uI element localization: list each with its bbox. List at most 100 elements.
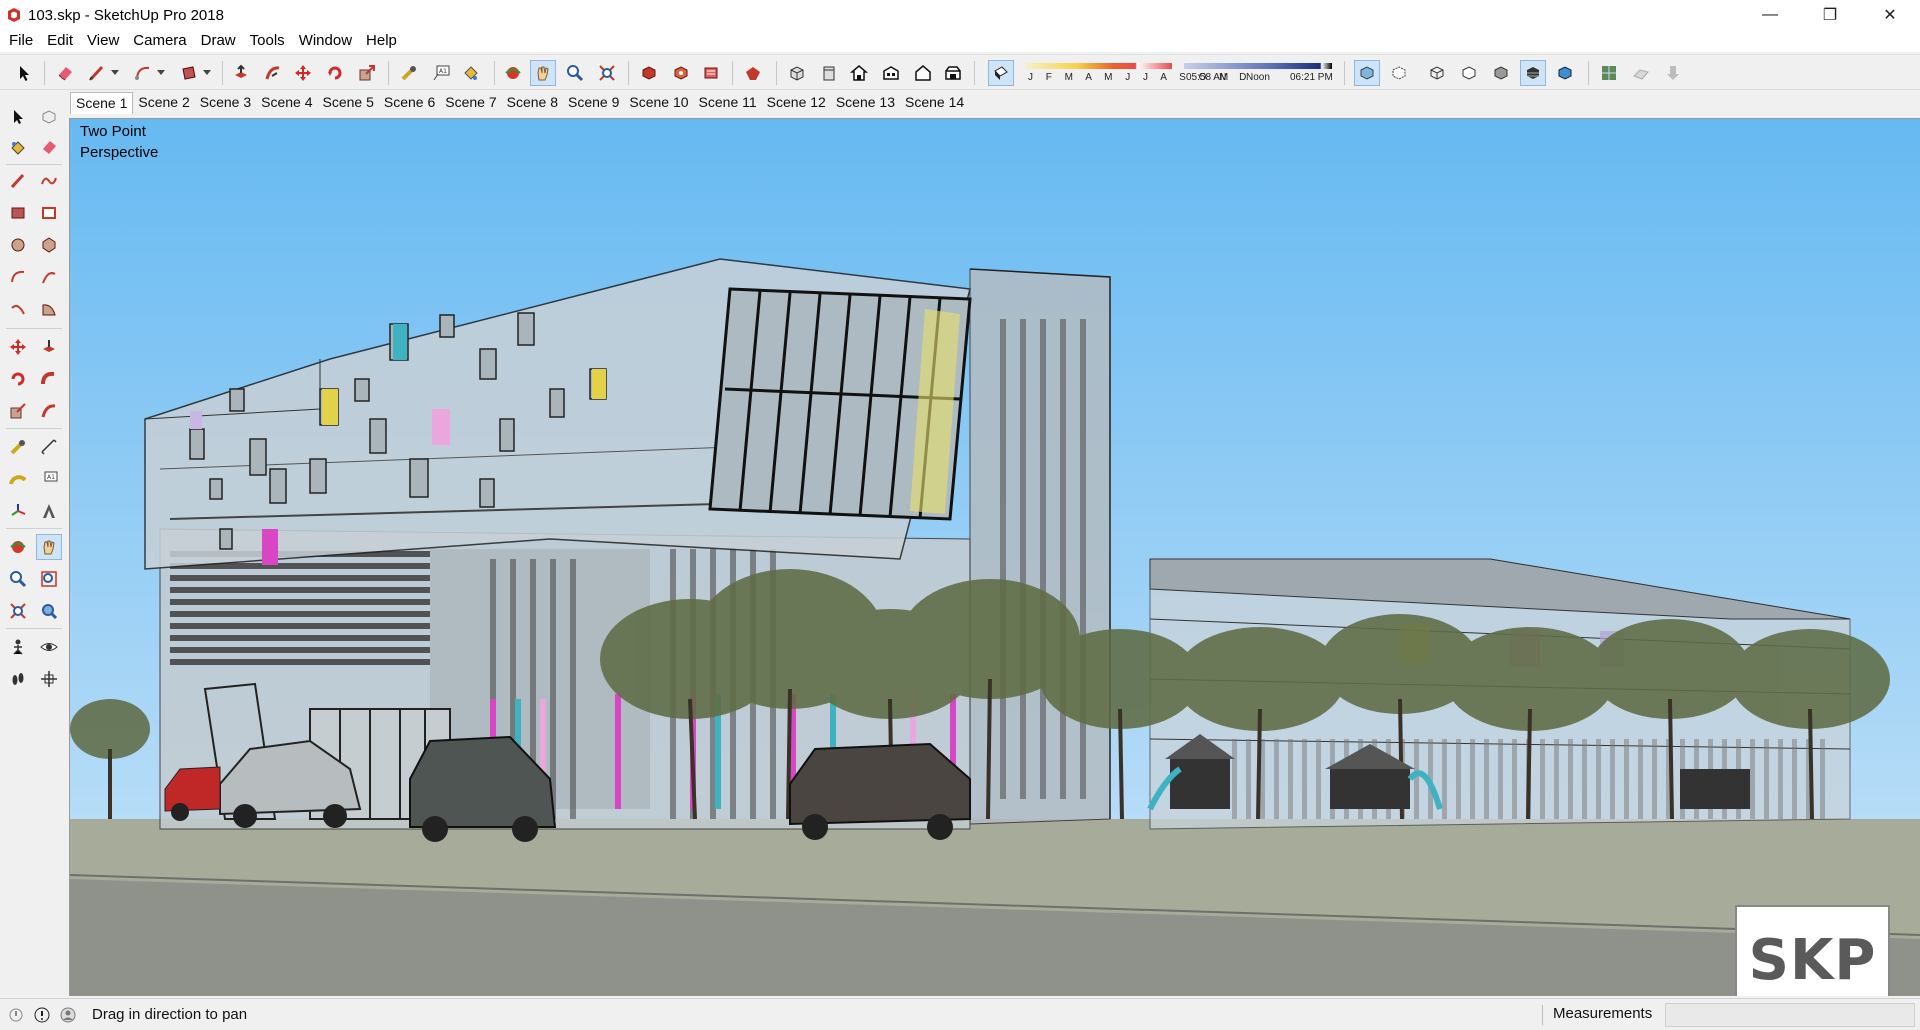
three-point-arc-icon[interactable] (5, 296, 31, 322)
scene-tab-2[interactable]: Scene 2 (133, 92, 194, 114)
offset-tool-icon[interactable] (260, 60, 286, 86)
two-point-arc-icon[interactable] (36, 264, 62, 290)
axes-icon[interactable] (5, 498, 31, 524)
look-around-icon[interactable] (36, 634, 62, 660)
eraser-icon[interactable] (52, 60, 78, 86)
scene-tab-5[interactable]: Scene 5 (318, 92, 379, 114)
left-view-icon[interactable] (940, 60, 966, 86)
rectangle-tool-icon[interactable] (176, 60, 202, 86)
eraser-tool-icon[interactable] (36, 134, 62, 160)
scale-icon[interactable] (5, 398, 31, 424)
user-account-icon[interactable] (58, 1005, 78, 1025)
xray-style-icon[interactable] (1354, 60, 1380, 86)
3d-text-icon[interactable] (36, 498, 62, 524)
photo-textures-icon[interactable] (1660, 60, 1686, 86)
scene-tab-4[interactable]: Scene 4 (256, 92, 317, 114)
pan-icon[interactable] (36, 534, 62, 560)
text-tool-icon[interactable]: A1 (428, 60, 454, 86)
menu-edit[interactable]: Edit (40, 30, 80, 52)
circle-icon[interactable] (5, 232, 31, 258)
scene-tab-13[interactable]: Scene 13 (831, 92, 900, 114)
arc-dropdown-icon[interactable] (154, 60, 168, 86)
line-icon[interactable] (5, 168, 31, 194)
shaded-style-icon[interactable] (1488, 60, 1514, 86)
monochrome-style-icon[interactable] (1552, 60, 1578, 86)
orbit-icon[interactable] (5, 534, 31, 560)
menu-help[interactable]: Help (359, 30, 404, 52)
credits-icon[interactable] (32, 1005, 52, 1025)
scene-tab-9[interactable]: Scene 9 (563, 92, 624, 114)
scene-tab-7[interactable]: Scene 7 (440, 92, 501, 114)
arc-tool-icon[interactable] (130, 60, 156, 86)
rectangle-icon[interactable] (5, 200, 31, 226)
pie-icon[interactable] (36, 296, 62, 322)
rotate-tool-icon[interactable] (322, 60, 348, 86)
scene-tab-12[interactable]: Scene 12 (762, 92, 831, 114)
push-pull-tool-icon[interactable] (36, 334, 62, 360)
scene-tab-11[interactable]: Scene 11 (694, 92, 762, 114)
shape-dropdown-icon[interactable] (200, 60, 214, 86)
push-pull-icon[interactable] (228, 60, 254, 86)
pan-tool-icon[interactable] (530, 60, 556, 86)
move-icon[interactable] (5, 334, 31, 360)
rotate-icon[interactable] (5, 366, 31, 392)
section-plane-icon[interactable] (36, 666, 62, 692)
add-location-icon[interactable] (1596, 60, 1622, 86)
menu-tools[interactable]: Tools (243, 30, 292, 52)
front-view-icon[interactable] (846, 60, 872, 86)
menu-view[interactable]: View (80, 30, 126, 52)
scene-tab-10[interactable]: Scene 10 (624, 92, 693, 114)
toggle-terrain-icon[interactable] (1628, 60, 1654, 86)
follow-me-icon[interactable] (36, 366, 62, 392)
position-camera-icon[interactable] (5, 634, 31, 660)
close-button[interactable]: ✕ (1860, 0, 1920, 30)
line-dropdown-icon[interactable] (108, 60, 122, 86)
menu-window[interactable]: Window (292, 30, 359, 52)
freehand-icon[interactable] (36, 168, 62, 194)
scene-tab-1[interactable]: Scene 1 (70, 92, 134, 114)
shadow-month-slider[interactable]: J F M A M J J A S O N D (1026, 63, 1246, 87)
zoom-extents-icon[interactable] (594, 60, 620, 86)
zoom-tool-icon[interactable] (562, 60, 588, 86)
zoom-icon[interactable] (5, 566, 31, 592)
extension-warehouse-icon[interactable] (740, 60, 766, 86)
zoom-window-icon[interactable] (36, 566, 62, 592)
model-viewport[interactable]: Two Point Perspective SKP (69, 118, 1920, 996)
textured-style-icon[interactable] (1520, 60, 1546, 86)
paint-bucket-icon[interactable] (458, 60, 484, 86)
scene-tab-14[interactable]: Scene 14 (900, 92, 969, 114)
orbit-tool-icon[interactable] (500, 60, 526, 86)
tape-measure-icon[interactable] (396, 60, 422, 86)
hidden-line-style-icon[interactable] (1456, 60, 1482, 86)
previous-view-icon[interactable] (36, 598, 62, 624)
text-icon[interactable]: A1 (36, 466, 62, 492)
scene-tab-6[interactable]: Scene 6 (379, 92, 440, 114)
tape-measure-tool-icon[interactable] (5, 434, 31, 460)
polygon-icon[interactable] (36, 232, 62, 258)
select-icon[interactable] (5, 104, 31, 130)
right-view-icon[interactable] (878, 60, 904, 86)
menu-draw[interactable]: Draw (194, 30, 243, 52)
scene-tab-8[interactable]: Scene 8 (502, 92, 563, 114)
3d-warehouse-icon[interactable] (636, 60, 662, 86)
rotated-rectangle-icon[interactable] (36, 200, 62, 226)
make-component-icon[interactable] (36, 104, 62, 130)
protractor-icon[interactable] (5, 466, 31, 492)
restore-button[interactable]: ❐ (1800, 0, 1860, 30)
back-edges-style-icon[interactable] (1386, 60, 1412, 86)
model-scene[interactable] (70, 119, 1920, 996)
offset-icon[interactable] (36, 398, 62, 424)
shadow-time-slider[interactable]: 05:58 AM Noon 06:21 PM (1184, 63, 1333, 87)
move-tool-icon[interactable] (290, 60, 316, 86)
iso-view-icon[interactable] (784, 60, 810, 86)
back-view-icon[interactable] (910, 60, 936, 86)
wireframe-style-icon[interactable] (1424, 60, 1450, 86)
select-tool-icon[interactable] (12, 60, 38, 86)
measurements-input[interactable] (1665, 1003, 1915, 1027)
scale-tool-icon[interactable] (354, 60, 380, 86)
minimize-button[interactable]: — (1740, 0, 1800, 30)
geolocation-icon[interactable] (6, 1005, 26, 1025)
paint-icon[interactable] (5, 134, 31, 160)
share-component-icon[interactable] (698, 60, 724, 86)
scene-tab-3[interactable]: Scene 3 (195, 92, 256, 114)
